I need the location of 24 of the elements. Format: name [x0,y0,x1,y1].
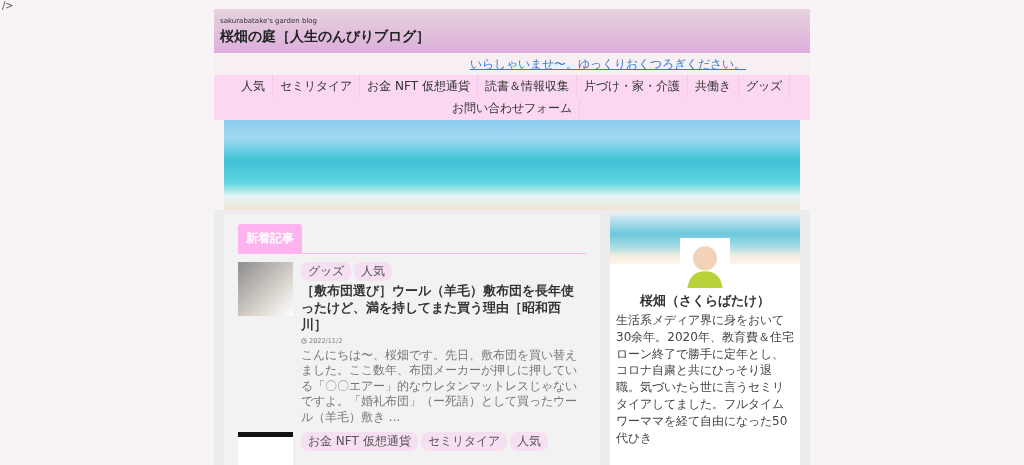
nav-item[interactable]: 読書＆情報収集 [477,75,577,97]
site-title[interactable]: 桜畑の庭［人生のんびりブログ］ [220,27,804,46]
profile-bio: 生活系メディア界に身をおいて30余年。2020年、教育費＆住宅ローン終了で勝手に定年とし、コロナ自粛と共にひっそり退職。気づいたら世に言うセミリタイアしてました。フルタイムワーママを経て自由になった50代ひき [615,312,795,447]
nav-item[interactable]: 片づけ・家・介護 [576,75,688,97]
nav-item[interactable]: セミリタイア [273,75,361,97]
nav-item[interactable]: 共働き [687,75,739,97]
clock-icon [301,337,307,344]
avatar-icon [680,238,730,288]
profile-name: 桜畑（さくらばたけ） [638,292,771,310]
section-title: 新着記事 [238,224,302,253]
stray-text: /> [2,0,14,11]
article-title[interactable]: ［敷布団選び］ウール（羊毛）敷布団を長年使ったけど、満を持してまた買う理由［昭和西川］ [301,283,586,334]
nav-item[interactable]: お問い合わせフォーム [444,97,580,120]
category-tag[interactable]: セミリタイア [420,431,507,451]
notice-link[interactable]: いらしゃいませ〜。ゆっくりおくつろぎください。 [470,55,746,73]
category-tag[interactable]: グッズ [301,262,351,281]
nav-item[interactable]: グッズ [738,75,790,97]
category-tag[interactable]: 人気 [354,262,392,281]
photo-placeholder[interactable] [238,262,293,316]
article-excerpt: こんにちは〜、桜畑です。先日、敷布団を買い替えました。ここ数年、布団メーカーが押しに押している「〇〇エアー」的なウレタンマットレスじゃないですよ。「婚礼布団」（ー死語）として買ったウール（羊毛）敷き ... [301,347,578,426]
category-tag[interactable]: お金 NFT 仮想通貨 [301,431,418,451]
nav-item[interactable]: 人気 [234,75,274,97]
nav-item[interactable]: お金 NFT 仮想通貨 [360,75,478,97]
category-tag[interactable]: 人気 [509,431,548,451]
